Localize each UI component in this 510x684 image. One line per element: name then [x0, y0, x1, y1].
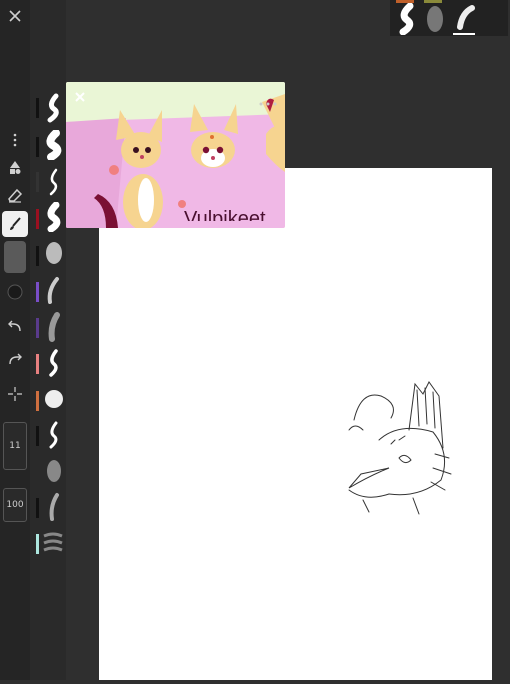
recent-brush-2[interactable] — [422, 3, 448, 35]
close-icon[interactable] — [73, 89, 87, 103]
brush-preview[interactable] — [42, 456, 64, 486]
sketch-drawing — [348, 381, 452, 515]
brush-preview[interactable] — [42, 130, 64, 160]
brush-preview[interactable] — [42, 348, 64, 378]
opacity-value: 100 — [6, 500, 24, 510]
brush-preview[interactable] — [42, 492, 64, 522]
shapes-icon[interactable] — [2, 155, 28, 181]
brush-preview[interactable] — [42, 202, 64, 232]
brush-preview[interactable] — [42, 167, 64, 197]
brush-swatch — [36, 246, 39, 266]
brush-swatch — [36, 534, 39, 554]
color-circle[interactable] — [2, 279, 28, 305]
close-icon[interactable] — [2, 3, 28, 29]
brush-swatch — [36, 282, 39, 302]
undo-icon[interactable] — [2, 313, 28, 339]
brush-swatch — [36, 462, 39, 482]
recent-brush-1[interactable] — [394, 3, 420, 35]
opacity-slider[interactable]: 100 — [3, 488, 27, 522]
more-icon[interactable] — [2, 127, 28, 153]
brush-swatch — [36, 498, 39, 518]
brush-library-panel — [30, 0, 66, 680]
left-toolbar: 11 100 — [0, 0, 30, 680]
recent-brush-3[interactable] — [452, 3, 478, 35]
brush-preview[interactable] — [42, 312, 64, 342]
recent-brushes-bar — [390, 0, 508, 36]
brush-swatch — [36, 172, 39, 192]
brush-preview[interactable] — [42, 93, 64, 123]
brush-swatch — [36, 98, 39, 118]
brush-icon[interactable] — [2, 211, 28, 237]
active-brush-indicator — [453, 33, 475, 35]
brush-swatch — [36, 354, 39, 374]
brush-preview[interactable] — [42, 420, 64, 450]
brush-swatch — [36, 137, 39, 157]
brush-swatch — [36, 318, 39, 338]
brush-swatch — [36, 426, 39, 446]
more-icon[interactable] — [258, 92, 278, 106]
brush-preview[interactable] — [42, 384, 64, 414]
size-slider[interactable]: 11 — [3, 422, 27, 470]
layer-slot[interactable] — [4, 241, 26, 273]
brush-preview[interactable] — [42, 238, 64, 268]
transform-icon[interactable] — [2, 381, 28, 407]
drawing-canvas[interactable] — [99, 168, 492, 680]
eraser-icon[interactable] — [2, 183, 28, 209]
brush-preview[interactable] — [42, 528, 64, 558]
redo-icon[interactable] — [2, 346, 28, 372]
reference-window[interactable] — [66, 82, 285, 228]
reference-image — [66, 82, 285, 228]
brush-swatch — [36, 391, 39, 411]
size-value: 11 — [9, 441, 21, 451]
brush-preview[interactable] — [42, 276, 64, 306]
brush-swatch — [36, 209, 39, 229]
